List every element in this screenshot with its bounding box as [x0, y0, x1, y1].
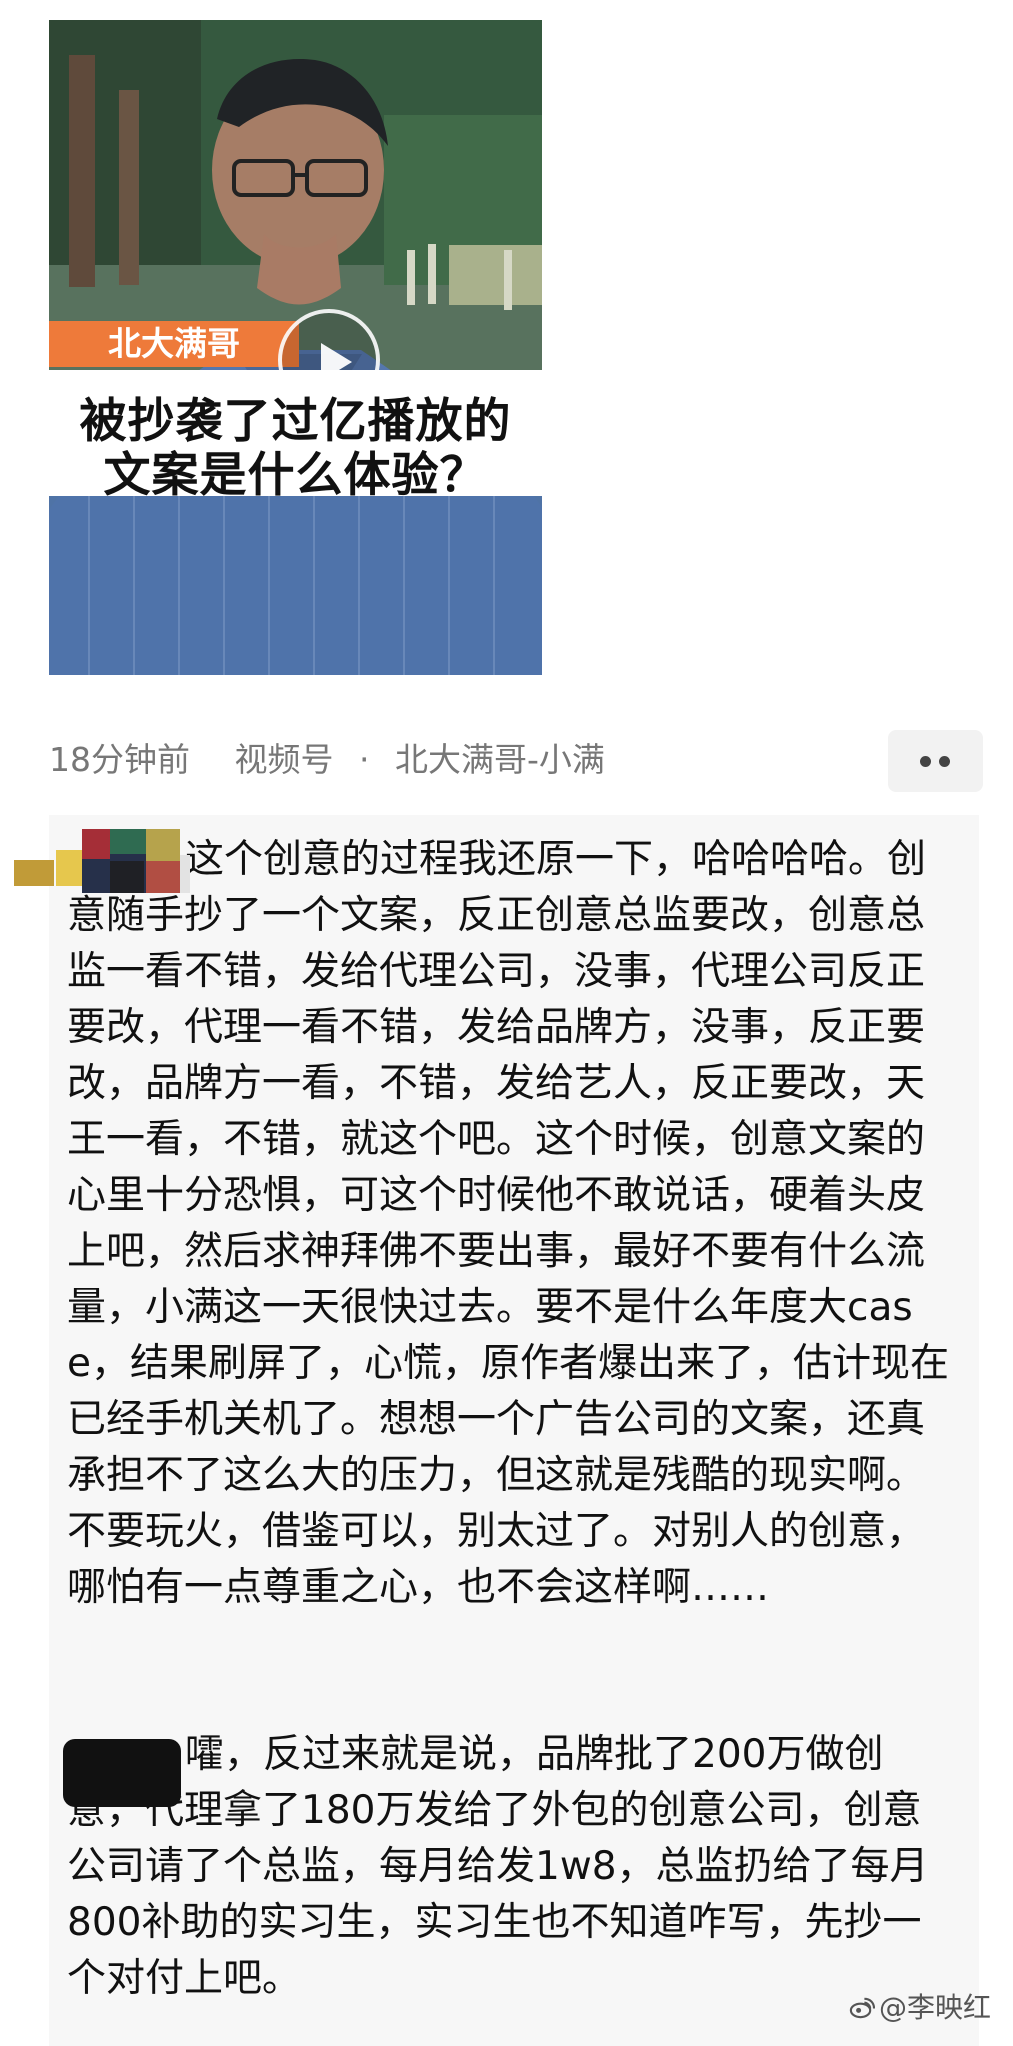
weibo-icon [849, 1997, 875, 2019]
post-source: 视频号 [234, 740, 334, 779]
more-icon[interactable] [888, 730, 983, 792]
video-tag: 北大满哥 [49, 321, 299, 367]
comment-text-2: 嚯，反过来就是说，品牌批了200万做创意，代理拿了180万发给了外包的创意公司，… [67, 1732, 929, 2001]
video-caption: 被抄袭了过亿播放的 文案是什么体验？ [49, 370, 542, 503]
comment-item-1: 这个创意的过程我还原一下，哈哈哈哈。创意随手抄了一个文案，反正创意总监要改，创意… [49, 832, 979, 1616]
post-time: 18分钟前 [49, 740, 190, 779]
watermark-text: @李映红 [879, 1991, 992, 2024]
comment-text-1: 这个创意的过程我还原一下，哈哈哈哈。创意随手抄了一个文案，反正创意总监要改，创意… [67, 837, 949, 1610]
post-meta: 18分钟前 视频号 · 北大满哥-小满 [49, 728, 969, 792]
post-author-link[interactable]: 北大满哥-小满 [395, 740, 605, 779]
weibo-watermark: @李映红 [848, 1990, 992, 2026]
video-thumbnail[interactable]: 北大满哥 被抄袭了过亿播放的 文案是什么体验？ [49, 20, 542, 675]
redacted-avatar-1 [14, 829, 190, 893]
comment-item-2: 嚯，反过来就是说，品牌批了200万做创意，代理拿了180万发给了外包的创意公司，… [49, 1727, 979, 2007]
meta-separator: · [359, 740, 370, 779]
comments-section: 这个创意的过程我还原一下，哈哈哈哈。创意随手抄了一个文案，反正创意总监要改，创意… [49, 815, 979, 2046]
video-caption-line-2: 文案是什么体验？ [103, 448, 488, 503]
redacted-avatar-2 [63, 1739, 181, 1807]
